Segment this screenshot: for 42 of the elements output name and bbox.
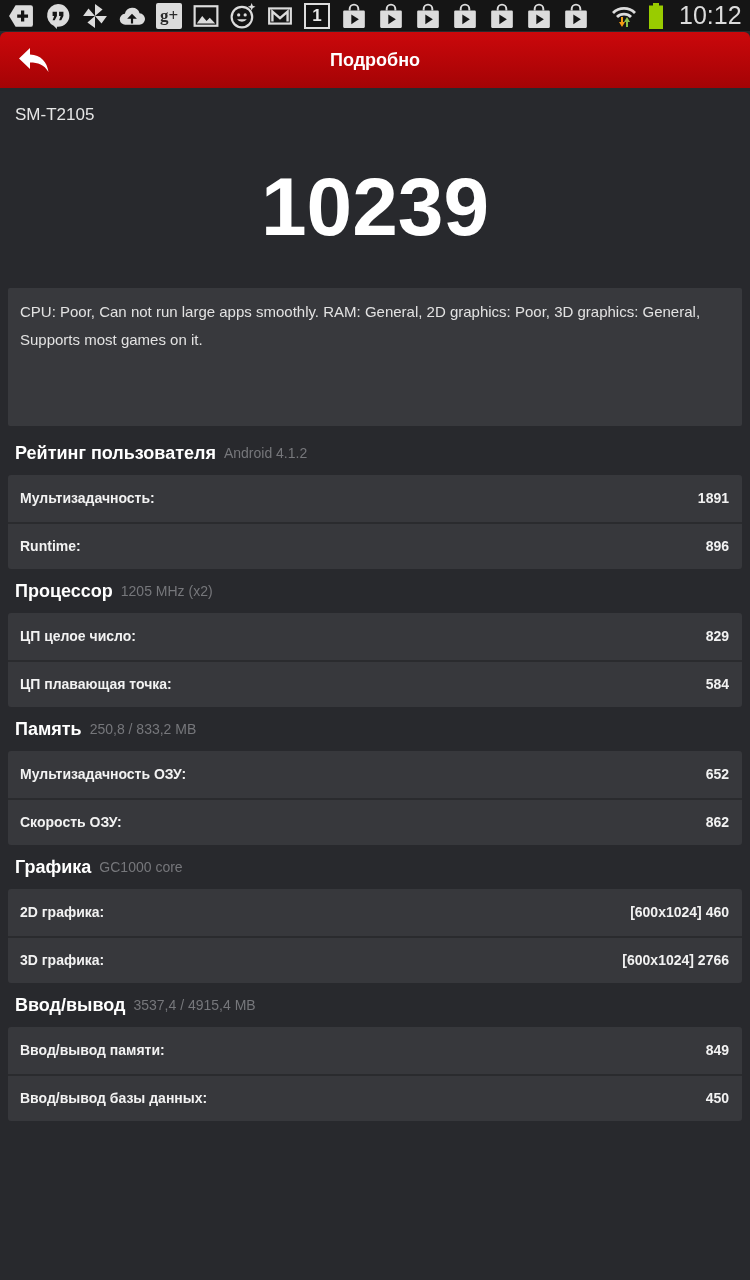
result-value: 1891 — [697, 489, 729, 508]
result-value: 829 — [705, 627, 729, 646]
section-subtitle: GC1000 core — [99, 857, 183, 877]
result-value: 584 — [705, 675, 729, 694]
result-label: ЦП целое число: — [20, 627, 136, 646]
device-model: SM-T2105 — [15, 105, 95, 124]
clock-time: 10:12 — [679, 3, 742, 28]
section-title: Рейтинг пользователя — [15, 441, 216, 465]
result-value: 849 — [705, 1041, 729, 1060]
result-value: [600x1024] 460 — [630, 903, 729, 922]
screen-title: Подробно — [329, 48, 421, 72]
section-title: Процессор — [15, 579, 113, 603]
g-plus-tile: g+ — [156, 2, 182, 29]
section-subtitle: 250,8 / 833,2 MB — [89, 719, 197, 739]
picture-icon — [193, 2, 219, 29]
back-icon[interactable] — [18, 47, 50, 73]
result-label: ЦП плавающая точка: — [20, 675, 172, 694]
result-label: Мультизадачность ОЗУ: — [20, 765, 187, 784]
total-score: 10239 — [261, 165, 489, 248]
result-value: 652 — [705, 765, 729, 784]
section-title: Графика — [15, 855, 92, 879]
section-subtitle: Android 4.1.2 — [223, 443, 308, 463]
pinwheel-icon — [82, 2, 108, 29]
battery-icon — [648, 2, 664, 29]
section-subtitle: 1205 MHz (x2) — [120, 581, 213, 601]
summary-text: CPU: Poor, Can not run large apps smoothly. RAM: General, 2D graphics: Poor, 3D graphics: General, Supports most games on it. — [20, 302, 702, 350]
result-label: 3D графика: — [20, 951, 105, 970]
result-label: Ввод/вывод базы данных: — [20, 1089, 208, 1108]
result-label: 2D графика: — [20, 903, 105, 922]
calendar-date-tile: 1 — [304, 2, 330, 29]
result-value: 896 — [705, 537, 729, 556]
result-label: Скорость ОЗУ: — [20, 813, 122, 832]
section-subtitle: 3537,4 / 4915,4 MB — [133, 995, 256, 1015]
result-label: Ввод/вывод памяти: — [20, 1041, 165, 1060]
section-title: Память — [15, 717, 82, 741]
result-label: Мультизадачность: — [20, 489, 155, 508]
result-value: 450 — [705, 1089, 729, 1108]
section-title: Ввод/вывод — [15, 993, 126, 1017]
result-value: [600x1024] 2766 — [622, 951, 729, 970]
result-label: Runtime: — [20, 537, 81, 556]
result-value: 862 — [705, 813, 729, 832]
smiley-icon — [230, 2, 256, 29]
